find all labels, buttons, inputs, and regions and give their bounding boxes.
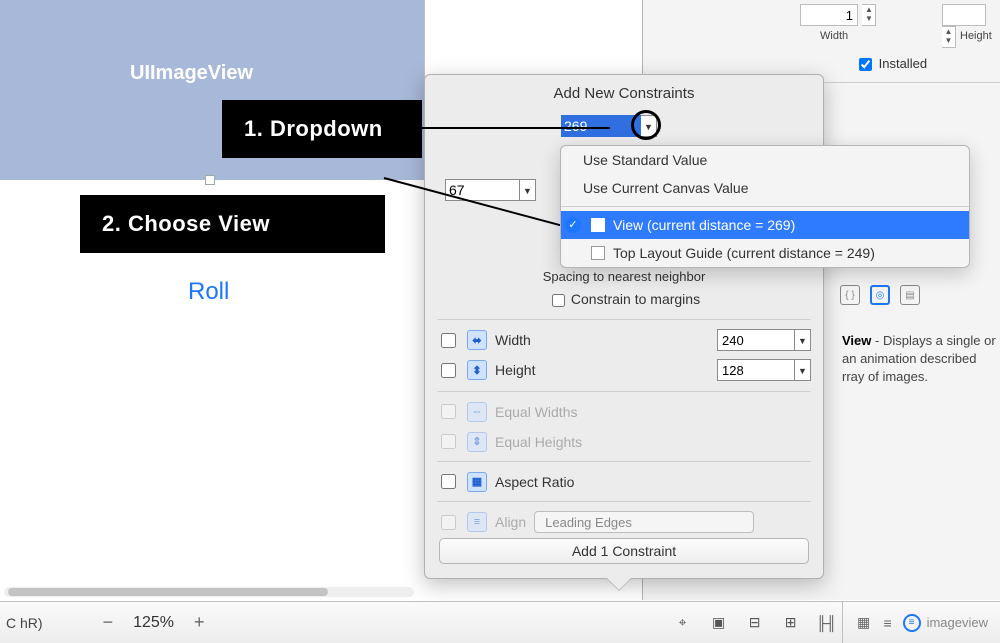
width-field-wrap: ▲▼ [800,4,876,26]
menu-top-layout-option[interactable]: Top Layout Guide (current distance = 249… [561,239,969,267]
size-class-label[interactable]: C hR) [0,615,43,631]
width-row-label: Width [495,332,531,348]
width-row: ⬌ Width ▼ [437,329,811,351]
width-value-input[interactable] [717,329,795,351]
help-bold: View [842,333,871,348]
zoom-in-button[interactable]: + [194,612,205,633]
braces-icon[interactable]: { } [840,285,860,305]
width-field-label: Width [820,30,848,42]
embed-icon[interactable]: ▣ [708,612,730,634]
library-filter-area: ▦ ≡ ≡ imageview [843,614,1000,632]
filter-icon: ≡ [903,614,921,632]
height-field-label: Height [960,30,992,42]
menu-use-current-canvas[interactable]: Use Current Canvas Value [561,174,969,202]
divider-3 [437,461,811,462]
aspect-ratio-label: Aspect Ratio [495,474,574,490]
equal-heights-icon: ⇕ [467,432,487,452]
equal-widths-checkbox [441,404,456,419]
focus-icon[interactable]: ⌖ [672,612,694,634]
divider-4 [437,501,811,502]
installed-label: Installed [879,56,927,71]
target-icon[interactable]: ◎ [870,285,890,305]
zoom-value[interactable]: 125% [133,614,174,632]
film-icon[interactable]: ▤ [900,285,920,305]
width-value-dropdown[interactable]: ▼ [795,329,811,351]
divider-1 [437,319,811,320]
aspect-ratio-icon: ▦ [467,472,487,492]
height-value-input[interactable] [717,359,795,381]
popover-tail [607,578,631,590]
annotation-ring-1 [631,110,661,140]
annotation-step1: 1. Dropdown [222,100,422,158]
grid-view-icon[interactable]: ▦ [855,614,873,632]
installed-row: Installed [855,55,927,74]
equal-heights-label: Equal Heights [495,434,582,450]
annotation-step2: 2. Choose View [80,195,385,253]
popover-title: Add New Constraints [554,85,695,102]
width-checkbox[interactable] [441,333,456,348]
zoom-out-button[interactable]: − [103,612,114,633]
filter-text: imageview [927,615,988,630]
constrain-margins-checkbox[interactable] [552,294,565,307]
menu-separator [561,206,969,207]
height-row-label: Height [495,362,535,378]
equal-widths-icon: ⇔ [467,402,487,422]
canvas-action-icons: ⌖ ▣ ⊟ ⊞ ╟╢ [664,602,843,643]
width-stepper[interactable]: ▲▼ [862,4,876,26]
align-icon: ≡ [467,512,487,532]
left-constraint-dropdown[interactable]: ▼ [520,179,536,201]
align-select: Leading Edges [534,511,754,533]
roll-button-label[interactable]: Roll [188,278,229,306]
equal-heights-checkbox [441,434,456,449]
equal-widths-label: Equal Widths [495,404,577,420]
mini-checkbox-icon [591,218,605,232]
top-constraint-input[interactable] [561,115,641,137]
resolve-issues-icon[interactable]: ╟╢ [816,612,838,634]
divider-2 [437,391,811,392]
height-row: ⬍ Height ▼ [437,359,811,381]
height-stepper[interactable]: ▲▼ [942,26,956,48]
bottom-toolbar: C hR) − 125% + ⌖ ▣ ⊟ ⊞ ╟╢ ▦ ≡ ≡ imagevie… [0,601,1000,643]
inspector-mode-icons: { } ◎ ▤ [840,285,920,305]
uiimageview-label: UIImageView [130,62,253,85]
list-view-icon[interactable]: ≡ [879,614,897,632]
aspect-ratio-row: ▦ Aspect Ratio [437,471,811,492]
annotation-line-1 [420,127,610,129]
menu-view-option[interactable]: ✓ View (current distance = 269) [561,211,969,239]
width-input[interactable] [800,4,858,26]
height-checkbox[interactable] [441,363,456,378]
spacing-label: Spacing to nearest neighbor [425,269,823,284]
height-input[interactable] [942,4,986,26]
equal-widths-row: ⇔ Equal Widths [437,401,811,422]
selection-handle[interactable] [205,175,215,185]
constrain-margins-row: Constrain to margins [425,291,823,310]
zoom-controls: − 125% + [103,612,205,633]
aspect-ratio-checkbox[interactable] [441,474,456,489]
installed-checkbox[interactable] [859,58,872,71]
height-value-dropdown[interactable]: ▼ [795,359,811,381]
align-row: ≡ Align Leading Edges [437,511,811,533]
canvas-h-scrollbar[interactable] [4,587,414,597]
height-icon: ⬍ [467,360,487,380]
inspector-help-text: View - Displays a single or an animation… [842,332,996,386]
library-filter[interactable]: ≡ imageview [903,614,988,632]
menu-use-standard[interactable]: Use Standard Value [561,146,969,174]
align-tool-icon[interactable]: ⊟ [744,612,766,634]
constraint-dropdown-menu: Use Standard Value Use Current Canvas Va… [560,145,970,268]
add-constraint-button[interactable]: Add 1 Constraint [439,538,809,564]
equal-heights-row: ⇕ Equal Heights [437,431,811,452]
check-icon: ✓ [565,217,581,233]
canvas-area: UIImageView Roll [0,0,425,600]
width-icon: ⬌ [467,330,487,350]
align-label: Align [495,514,526,530]
align-checkbox [441,515,456,530]
scrollbar-thumb[interactable] [8,588,328,596]
mini-checkbox-icon [591,246,605,260]
pin-tool-icon[interactable]: ⊞ [780,612,802,634]
constrain-margins-label: Constrain to margins [571,291,700,307]
